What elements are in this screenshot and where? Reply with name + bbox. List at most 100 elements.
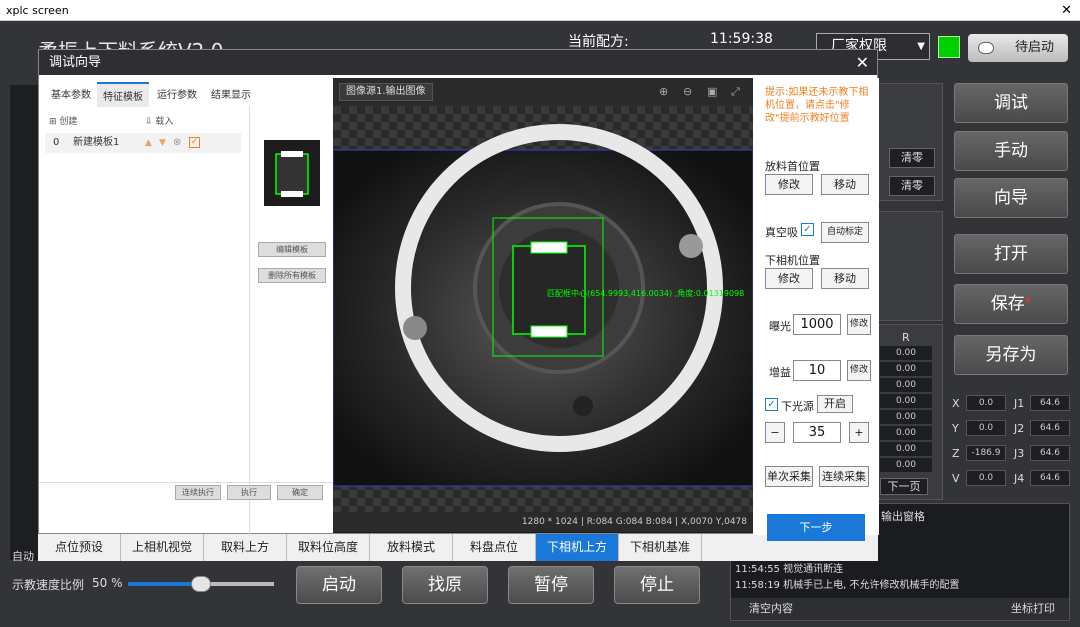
fit-icon[interactable]: ⤢ — [731, 85, 740, 99]
stop-button[interactable]: 停止 — [614, 566, 700, 604]
camera-modify-button[interactable]: 修改 — [765, 268, 813, 289]
template-index: 0 — [53, 137, 60, 148]
camera-move-button[interactable]: 移动 — [821, 268, 869, 289]
arrow-down-icon[interactable]: ▼ — [159, 133, 166, 153]
window-close-icon[interactable]: ✕ — [1061, 0, 1072, 21]
lower-light-checkbox[interactable]: ✓ — [765, 398, 778, 411]
edit-template-button[interactable]: 编辑模板 — [258, 242, 326, 257]
tab-lower-camera-above[interactable]: 下相机上方 — [536, 534, 619, 561]
r-value: 0.00 — [880, 410, 932, 424]
subtab-run-params[interactable]: 运行参数 — [157, 86, 197, 101]
save-button[interactable]: 保存* — [954, 284, 1068, 324]
lower-light-label: 下光源 — [781, 400, 814, 413]
continuous-capture-button[interactable]: 连续采集 — [819, 466, 869, 487]
subtab-basic[interactable]: 基本参数 — [51, 86, 91, 101]
template-thumbnail-column: 编辑模板 删除所有模板 — [249, 106, 333, 536]
delete-icon[interactable]: ⊗ — [173, 133, 181, 153]
status-indicator — [938, 36, 960, 58]
subtab-results[interactable]: 结果显示 — [211, 86, 251, 101]
coord-j1-label: J1 — [1014, 397, 1025, 410]
zoom-in-icon[interactable]: ⊕ — [659, 85, 668, 98]
vacuum-checkbox[interactable]: ✓ — [801, 223, 814, 236]
tab-place-mode[interactable]: 放料模式 — [370, 534, 453, 561]
open-button[interactable]: 打开 — [954, 234, 1068, 274]
recipe-label: 当前配方: — [568, 34, 629, 50]
manual-button[interactable]: 手动 — [954, 131, 1068, 171]
continuous-run-button[interactable]: 连续执行 — [175, 485, 221, 500]
gain-modify-button[interactable]: 修改 — [847, 360, 871, 381]
tab-pick-above[interactable]: 取料上方 — [204, 534, 287, 561]
coord-j1-value: 64.6 — [1030, 395, 1070, 411]
next-page-button[interactable]: 下一页 — [880, 478, 928, 495]
zoom-out-icon[interactable]: ⊖ — [683, 85, 692, 98]
home-button[interactable]: 找原 — [402, 566, 488, 604]
bottom-tabbar: 点位预设 上相机视觉 取料上方 取料位高度 放料模式 料盘点位 下相机上方 下相… — [38, 534, 878, 561]
create-button[interactable]: ⊞ 创建 — [49, 117, 77, 127]
coord-y-value: 0.0 — [966, 420, 1006, 436]
subtab-feature-template[interactable]: 特征模板 — [97, 82, 149, 107]
next-step-button[interactable]: 下一步 — [767, 514, 865, 541]
exposure-modify-button[interactable]: 修改 — [847, 314, 871, 335]
r-column-header: R — [902, 331, 910, 344]
template-enabled-checkbox[interactable]: ✓ — [189, 137, 200, 148]
tab-pick-height[interactable]: 取料位高度 — [287, 534, 370, 561]
status-button-label: 待启动 — [1014, 40, 1054, 55]
clear-button-1[interactable]: 清零 — [889, 148, 935, 168]
clear-log-button[interactable]: 清空内容 — [749, 598, 793, 620]
light-input[interactable]: 35 — [793, 422, 841, 443]
gain-label: 增益 — [769, 366, 791, 379]
exposure-label: 曝光 — [769, 320, 791, 333]
lower-camera-position-label: 下相机位置 — [765, 254, 820, 267]
image-viewer[interactable]: 图像源1.输出图像 ⊕ ⊖ ▣ ⤢ 匹配框中心(654.9993,416.003… — [333, 78, 753, 533]
speed-slider-knob[interactable] — [191, 576, 211, 592]
coord-j3-label: J3 — [1014, 447, 1025, 460]
actual-size-icon[interactable]: ▣ — [707, 85, 717, 98]
template-name: 新建模板1 — [73, 137, 120, 148]
wizard-button[interactable]: 向导 — [954, 178, 1068, 218]
left-footer: 连续执行 执行 确定 — [39, 482, 333, 502]
start-button[interactable]: 启动 — [296, 566, 382, 604]
tab-lower-camera-base[interactable]: 下相机基准 — [619, 534, 702, 561]
save-as-button[interactable]: 另存为 — [954, 335, 1068, 375]
clear-button-2[interactable]: 清零 — [889, 176, 935, 196]
coord-x-value: 0.0 — [966, 395, 1006, 411]
r-value: 0.00 — [880, 346, 932, 360]
confirm-button[interactable]: 确定 — [277, 485, 323, 500]
light-on-button[interactable]: 开启 — [817, 395, 853, 413]
left-panel — [10, 85, 38, 560]
tab-upper-camera[interactable]: 上相机视觉 — [121, 534, 204, 561]
status-button[interactable]: 待启动 — [968, 34, 1068, 62]
image-info: 1280 * 1024 | R:084 G:084 B:084 | X,0070… — [333, 512, 753, 532]
speed-slider[interactable] — [128, 576, 274, 592]
light-increase-button[interactable]: + — [849, 422, 869, 443]
speed-unit: % — [111, 576, 123, 590]
delete-all-templates-button[interactable]: 删除所有模板 — [258, 268, 326, 283]
image-source-select[interactable]: 图像源1.输出图像 — [339, 83, 433, 101]
gain-input[interactable]: 10 — [793, 360, 841, 381]
camera-image: 匹配框中心(654.9993,416.0034) ,角度:0.01319098 — [333, 106, 753, 512]
single-capture-button[interactable]: 单次采集 — [765, 466, 813, 487]
tab-tray-points[interactable]: 料盘点位 — [453, 534, 536, 561]
coord-y-label: Y — [952, 422, 959, 435]
image-viewer-toolbar: 图像源1.输出图像 ⊕ ⊖ ▣ ⤢ — [333, 78, 753, 106]
arrow-up-icon[interactable]: ▲ — [145, 133, 152, 153]
execute-button[interactable]: 执行 — [227, 485, 271, 500]
exposure-input[interactable]: 1000 — [793, 314, 841, 335]
place-move-button[interactable]: 移动 — [821, 174, 869, 195]
tab-point-preset[interactable]: 点位预设 — [38, 534, 121, 561]
speed-label: 示教速度比例 — [12, 578, 85, 592]
template-row[interactable]: 0 新建模板1 ▲ ▼ ⊗ ✓ — [45, 133, 241, 153]
light-decrease-button[interactable]: − — [765, 422, 785, 443]
dialog-close-icon[interactable]: ✕ — [856, 50, 869, 75]
coord-j3-value: 64.6 — [1030, 445, 1070, 461]
window-title: xplc screen — [6, 4, 69, 17]
print-coords-button[interactable]: 坐标打印 — [1011, 598, 1055, 620]
auto-calibrate-button[interactable]: 自动标定 — [821, 222, 869, 243]
load-button[interactable]: ⇩ 载入 — [145, 114, 173, 127]
clock: 11:59:38 — [710, 31, 773, 47]
pause-button[interactable]: 暂停 — [508, 566, 594, 604]
save-label: 保存 — [990, 294, 1025, 314]
template-thumbnail-image — [275, 151, 309, 197]
place-modify-button[interactable]: 修改 — [765, 174, 813, 195]
debug-button[interactable]: 调试 — [954, 83, 1068, 123]
